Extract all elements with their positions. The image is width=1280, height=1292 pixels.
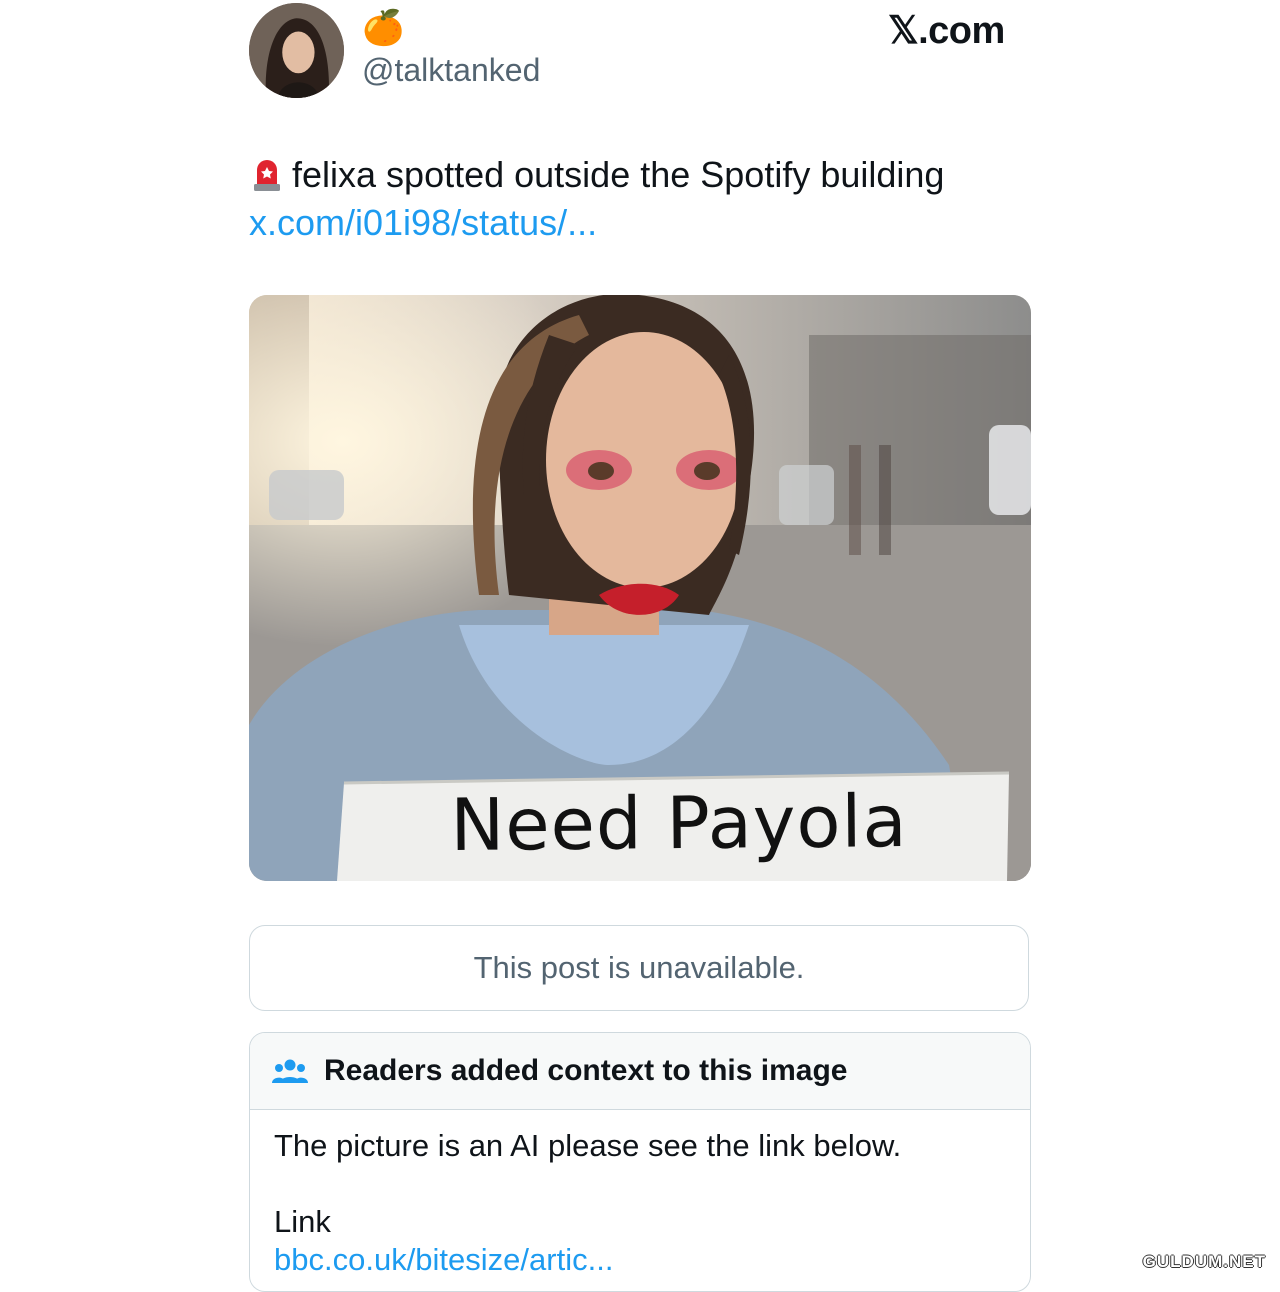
sign-text: Need Payola [450,779,908,867]
tweet-text-content: felixa spotted outside the Spotify build… [292,154,945,195]
siren-icon [254,160,280,191]
profile-avatar[interactable] [249,3,344,98]
community-note-header: Readers added context to this image [250,1033,1030,1110]
tweet-text: felixa spotted outside the Spotify build… [252,153,944,197]
people-icon [272,1059,308,1083]
site-watermark: GULDUM.NET [1142,1252,1266,1271]
community-note-title: Readers added context to this image [324,1054,848,1087]
community-note-text: The picture is an AI please see the link… [274,1128,902,1163]
x-brand-label: 𝕏.com [888,10,1005,52]
user-handle[interactable]: @talktanked [362,52,540,89]
tweet-media-image[interactable]: Need Payola [249,295,1031,881]
tweet-link[interactable]: x.com/i01i98/status/... [249,201,597,245]
community-note-link-label: Link [274,1204,331,1239]
community-note-link[interactable]: bbc.co.uk/bitesize/artic... [274,1241,1006,1279]
community-note-body: The picture is an AI please see the link… [250,1110,1030,1291]
community-note-card[interactable]: Readers added context to this image The … [249,1032,1031,1292]
avatar-image [249,3,344,98]
display-name[interactable]: 🍊 [362,8,404,48]
unavailable-quote-card: This post is unavailable. [249,925,1029,1011]
